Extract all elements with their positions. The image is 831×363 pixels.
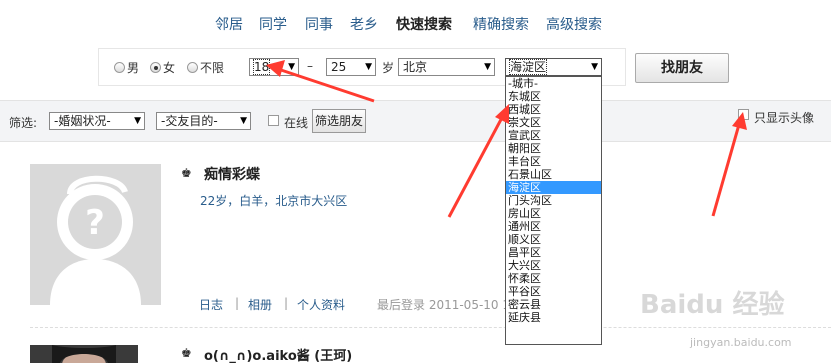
- blog-link[interactable]: 日志: [199, 296, 223, 313]
- district-select[interactable]: 海淀区 ▼: [505, 58, 602, 76]
- find-friends-button[interactable]: 找朋友: [635, 53, 729, 83]
- tab-neighbor[interactable]: 邻居: [215, 14, 243, 34]
- tab-hometown[interactable]: 老乡: [350, 14, 378, 34]
- member-icon: ♚: [181, 346, 192, 360]
- district-option[interactable]: -城市-: [506, 77, 601, 90]
- age-from-select[interactable]: 18 ▼: [249, 58, 299, 76]
- radio-icon: [187, 61, 198, 73]
- marital-status-select[interactable]: -婚姻状况- ▼: [49, 112, 145, 130]
- district-option[interactable]: 密云县: [506, 298, 601, 311]
- district-dropdown-list[interactable]: -城市- 东城区 西城区 崇文区 宣武区 朝阳区 丰台区 石景山区 海淀区 门头…: [505, 76, 602, 345]
- radio-checked-icon: [150, 61, 161, 73]
- district-option[interactable]: 平谷区: [506, 285, 601, 298]
- gender-radio-male[interactable]: 男: [114, 60, 140, 75]
- district-option[interactable]: 顺义区: [506, 233, 601, 246]
- dropdown-arrow-icon: ▼: [134, 116, 141, 126]
- result-divider: [30, 327, 831, 328]
- album-link[interactable]: 相册: [248, 296, 272, 313]
- default-avatar-icon: ?: [30, 164, 161, 305]
- filter-friends-button[interactable]: 筛选朋友: [312, 109, 366, 133]
- district-option[interactable]: 丰台区: [506, 155, 601, 168]
- dropdown-arrow-icon: ▼: [365, 62, 372, 72]
- age-from-value: 18: [252, 59, 271, 75]
- dropdown-arrow-icon: ▼: [240, 116, 247, 126]
- district-option[interactable]: 延庆县: [506, 311, 601, 324]
- district-option-selected[interactable]: 海淀区: [506, 181, 601, 194]
- tab-precise-search[interactable]: 精确搜索: [473, 14, 529, 34]
- marital-status-value: -婚姻状况-: [54, 114, 111, 128]
- user-photo-icon: [30, 345, 138, 363]
- user-avatar[interactable]: [30, 345, 138, 363]
- gender-radio-any[interactable]: 不限: [187, 60, 225, 75]
- radio-label: 男: [127, 60, 140, 75]
- district-option[interactable]: 宣武区: [506, 129, 601, 142]
- district-option[interactable]: 房山区: [506, 207, 601, 220]
- link-separator: |: [235, 296, 240, 310]
- age-unit-label: 岁: [382, 61, 395, 75]
- result-info: 22岁，白羊，北京市大兴区: [200, 194, 348, 208]
- online-checkbox[interactable]: [268, 115, 279, 126]
- result-name[interactable]: 痴情彩蝶: [204, 164, 260, 184]
- only-avatar-checkbox[interactable]: [738, 109, 749, 120]
- online-label: 在线: [284, 116, 309, 130]
- tab-colleague[interactable]: 同事: [305, 14, 333, 34]
- age-to-select[interactable]: 25 ▼: [326, 58, 376, 76]
- only-avatar-label: 只显示头像: [754, 111, 815, 125]
- tab-quick-search[interactable]: 快速搜索: [396, 14, 452, 34]
- district-option[interactable]: 东城区: [506, 90, 601, 103]
- district-option[interactable]: 崇文区: [506, 116, 601, 129]
- baidu-watermark: Baidu 经验: [640, 290, 785, 320]
- dropdown-arrow-icon: ▼: [288, 62, 295, 72]
- baidu-watermark-url: jingyan.baidu.com: [690, 336, 792, 349]
- result-name[interactable]: o(∩_∩)o.aiko酱 (王珂): [204, 345, 352, 363]
- district-value: 海淀区: [508, 59, 548, 75]
- radio-label: 女: [163, 60, 176, 75]
- district-option[interactable]: 大兴区: [506, 259, 601, 272]
- default-avatar[interactable]: ?: [30, 164, 161, 305]
- search-type-tabs: 邻居 同学 同事 老乡 快速搜索 精确搜索 高级搜索: [0, 14, 831, 34]
- district-option[interactable]: 西城区: [506, 103, 601, 116]
- district-option[interactable]: 朝阳区: [506, 142, 601, 155]
- dating-purpose-select[interactable]: -交友目的- ▼: [156, 112, 251, 130]
- profile-link[interactable]: 个人资料: [297, 296, 345, 313]
- dropdown-arrow-icon: ▼: [484, 62, 491, 72]
- district-option[interactable]: 怀柔区: [506, 272, 601, 285]
- dating-purpose-value: -交友目的-: [161, 114, 218, 128]
- dropdown-arrow-icon: ▼: [591, 62, 598, 72]
- district-option[interactable]: 昌平区: [506, 246, 601, 259]
- district-option[interactable]: 门头沟区: [506, 194, 601, 207]
- age-to-value: 25: [331, 60, 347, 74]
- city-value: 北京: [403, 60, 428, 74]
- link-separator: |: [284, 296, 289, 310]
- tab-advanced-search[interactable]: 高级搜索: [546, 14, 602, 34]
- member-icon: ♚: [181, 166, 192, 180]
- filter-label: 筛选:: [9, 116, 38, 130]
- city-select[interactable]: 北京 ▼: [398, 58, 495, 76]
- radio-icon: [114, 61, 125, 73]
- district-option[interactable]: 石景山区: [506, 168, 601, 181]
- gender-radio-female[interactable]: 女: [150, 60, 176, 75]
- radio-label: 不限: [200, 60, 225, 75]
- district-option[interactable]: 通州区: [506, 220, 601, 233]
- last-login-text: 最后登录 2011-05-10 1: [377, 298, 511, 312]
- tab-classmate[interactable]: 同学: [259, 14, 287, 34]
- svg-text:?: ?: [85, 203, 105, 243]
- age-separator: –: [307, 59, 313, 73]
